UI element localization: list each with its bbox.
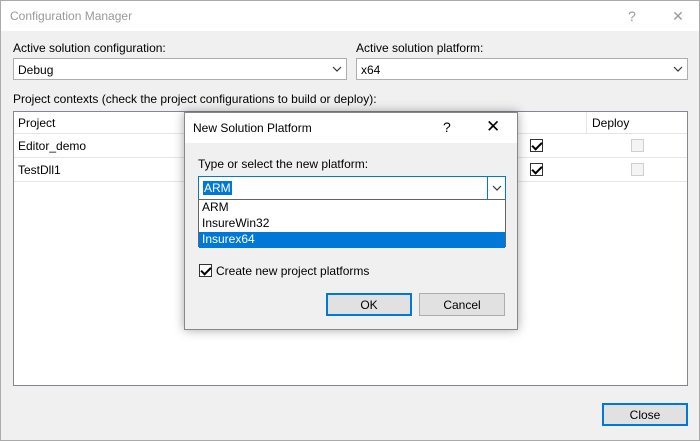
window-title: Configuration Manager xyxy=(10,9,133,23)
new-platform-prompt: Type or select the new platform: xyxy=(198,157,369,171)
build-checkbox[interactable] xyxy=(530,139,543,152)
active-configuration-value: Debug xyxy=(18,63,54,77)
create-project-platforms-checkbox[interactable] xyxy=(199,264,212,277)
close-button[interactable]: Close xyxy=(602,403,688,426)
title-bar: Configuration Manager ? ✕ xyxy=(1,1,699,31)
close-icon[interactable]: ✕ xyxy=(661,1,695,31)
active-platform-value: x64 xyxy=(361,63,381,77)
dropdown-option-insurex64[interactable]: Insurex64 xyxy=(199,232,505,248)
new-platform-combo[interactable]: ARM xyxy=(198,176,506,200)
active-configuration-combo[interactable]: Debug xyxy=(13,58,347,80)
column-header-project[interactable]: Project xyxy=(18,116,55,130)
column-header-deploy[interactable]: Deploy xyxy=(592,116,629,130)
deploy-checkbox xyxy=(631,163,644,176)
project-name: Editor_demo xyxy=(18,139,87,153)
dialog-title-bar: New Solution Platform ? ✕ xyxy=(185,113,517,143)
new-solution-platform-dialog: New Solution Platform ? ✕ Type or select… xyxy=(184,112,518,330)
active-configuration-label: Active solution configuration: xyxy=(13,41,166,55)
deploy-checkbox xyxy=(631,139,644,152)
close-icon[interactable]: ✕ xyxy=(486,117,500,137)
build-checkbox[interactable] xyxy=(530,163,543,176)
new-platform-input[interactable]: ARM xyxy=(203,181,232,195)
help-icon[interactable]: ? xyxy=(615,1,649,31)
cancel-button[interactable]: Cancel xyxy=(419,293,505,316)
platform-dropdown-list: ARM InsureWin32 Insurex64 xyxy=(198,199,506,248)
dropdown-option-arm[interactable]: ARM xyxy=(199,200,505,216)
chevron-down-icon[interactable] xyxy=(669,59,687,79)
help-icon[interactable]: ? xyxy=(443,119,451,135)
configuration-manager-window: Configuration Manager ? ✕ Active solutio… xyxy=(0,0,700,441)
active-platform-label: Active solution platform: xyxy=(356,41,484,55)
create-project-platforms-label[interactable]: Create new project platforms xyxy=(216,264,369,278)
project-name: TestDll1 xyxy=(18,163,61,177)
chevron-down-icon[interactable] xyxy=(487,177,505,199)
project-contexts-label: Project contexts (check the project conf… xyxy=(13,92,377,106)
dropdown-option-insurewin32[interactable]: InsureWin32 xyxy=(199,216,505,232)
dialog-title: New Solution Platform xyxy=(193,121,312,135)
ok-button[interactable]: OK xyxy=(326,293,412,316)
chevron-down-icon[interactable] xyxy=(328,59,346,79)
active-platform-combo[interactable]: x64 xyxy=(356,58,688,80)
